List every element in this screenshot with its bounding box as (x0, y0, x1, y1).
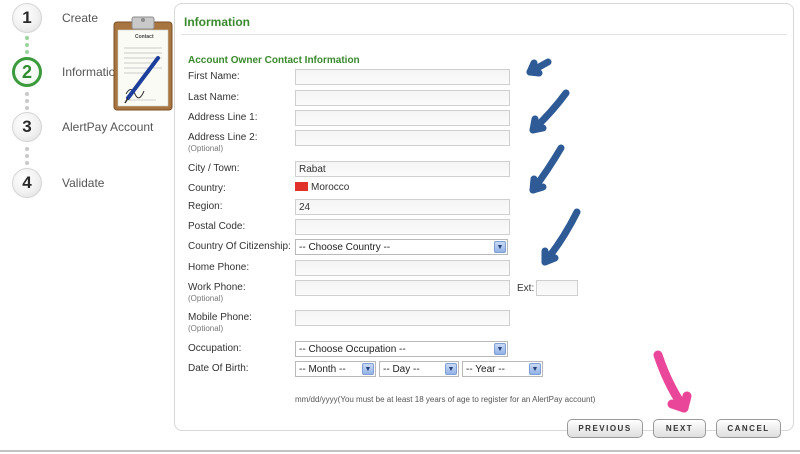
dob-label: Date Of Birth: (188, 363, 249, 374)
cancel-button[interactable]: CANCEL (716, 419, 781, 438)
dob-day-select[interactable]: -- Day -- ▼ (379, 361, 459, 377)
step-number: 3 (12, 112, 42, 142)
home-phone-input[interactable] (295, 260, 510, 276)
occupation-label: Occupation: (188, 343, 242, 354)
panel-title: Information (184, 15, 250, 29)
last-name-label: Last Name: (188, 92, 240, 103)
citizenship-selected: -- Choose Country -- (299, 242, 391, 253)
step-connector (25, 36, 29, 57)
work-phone-row: Work Phone: (Optional) (188, 282, 246, 304)
morocco-flag-icon (295, 182, 308, 191)
address-line-2-input[interactable] (295, 130, 510, 146)
city-row: City / Town: (188, 163, 240, 175)
chevron-down-icon[interactable]: ▼ (494, 343, 506, 355)
country-row: Country: (188, 183, 226, 195)
clipboard-icon: Contact (110, 14, 178, 114)
city-input[interactable]: Rabat (295, 161, 510, 177)
occupation-select[interactable]: -- Choose Occupation -- ▼ (295, 341, 508, 357)
step-connector (25, 147, 29, 168)
dob-row: Date Of Birth: (188, 363, 249, 375)
chevron-down-icon[interactable]: ▼ (529, 363, 541, 375)
optional-note: (Optional) (188, 294, 224, 303)
region-row: Region: (188, 201, 222, 213)
work-phone-label: Work Phone: (188, 282, 246, 293)
step-number: 4 (12, 168, 42, 198)
mobile-phone-label: Mobile Phone: (188, 312, 252, 323)
region-input[interactable]: 24 (295, 199, 510, 215)
address-line-2-label: Address Line 2: (188, 132, 258, 143)
step-label: AlertPay Account (62, 120, 154, 134)
citizenship-row: Country Of Citizenship: (188, 241, 291, 253)
information-panel: Information Account Owner Contact Inform… (174, 3, 794, 431)
city-label: City / Town: (188, 163, 240, 174)
section-title: Account Owner Contact Information (188, 55, 360, 66)
step-label: Validate (62, 176, 105, 190)
chevron-down-icon[interactable]: ▼ (362, 363, 374, 375)
first-name-label: First Name: (188, 71, 240, 82)
dob-day-selected: -- Day -- (383, 364, 420, 375)
country-label: Country: (188, 183, 226, 194)
postal-code-row: Postal Code: (188, 221, 245, 233)
chevron-down-icon[interactable]: ▼ (494, 241, 506, 253)
divider (0, 450, 800, 452)
step-number: 2 (12, 57, 42, 87)
mobile-phone-input[interactable] (295, 310, 510, 326)
home-phone-row: Home Phone: (188, 262, 249, 274)
dob-year-select[interactable]: -- Year -- ▼ (462, 361, 543, 377)
ext-input[interactable] (536, 280, 578, 296)
dob-year-selected: -- Year -- (466, 364, 505, 375)
optional-note: (Optional) (188, 144, 224, 153)
last-name-row: Last Name: (188, 92, 239, 104)
occupation-row: Occupation: (188, 343, 241, 355)
chevron-down-icon[interactable]: ▼ (445, 363, 457, 375)
region-label: Region: (188, 201, 223, 212)
step-create: 1 Create (12, 3, 98, 33)
clipboard-label: Contact (135, 34, 154, 40)
occupation-selected: -- Choose Occupation -- (299, 344, 406, 355)
address-line-1-row: Address Line 1: (188, 112, 258, 124)
dob-month-select[interactable]: -- Month -- ▼ (295, 361, 376, 377)
divider (181, 34, 787, 35)
ext-label: Ext: (517, 283, 535, 294)
address-line-2-row: Address Line 2: (Optional) (188, 132, 258, 154)
step-number: 1 (12, 3, 42, 33)
first-name-row: First Name: (188, 71, 240, 83)
dob-month-selected: -- Month -- (299, 364, 346, 375)
citizenship-select[interactable]: -- Choose Country -- ▼ (295, 239, 508, 255)
step-alertpay-account: 3 AlertPay Account (12, 112, 153, 142)
optional-note: (Optional) (188, 324, 224, 333)
last-name-input[interactable] (295, 90, 510, 106)
step-label: Create (62, 11, 99, 25)
home-phone-label: Home Phone: (188, 262, 250, 273)
step-connector (25, 92, 29, 113)
step-validate: 4 Validate (12, 168, 104, 198)
postal-code-label: Postal Code: (188, 221, 246, 232)
previous-button[interactable]: PREVIOUS (567, 419, 643, 438)
next-button[interactable]: NEXT (653, 419, 706, 438)
country-value: Morocco (295, 182, 349, 193)
step-information: 2 Information (12, 57, 122, 87)
citizenship-label: Country Of Citizenship: (188, 241, 291, 252)
country-name: Morocco (311, 182, 350, 193)
dob-hint: mm/dd/yyyy(You must be at least 18 years… (295, 395, 596, 404)
address-line-1-label: Address Line 1: (188, 112, 258, 123)
postal-code-input[interactable] (295, 219, 510, 235)
mobile-phone-row: Mobile Phone: (Optional) (188, 312, 252, 334)
address-line-1-input[interactable] (295, 110, 510, 126)
work-phone-input[interactable] (295, 280, 510, 296)
first-name-input[interactable] (295, 69, 510, 85)
